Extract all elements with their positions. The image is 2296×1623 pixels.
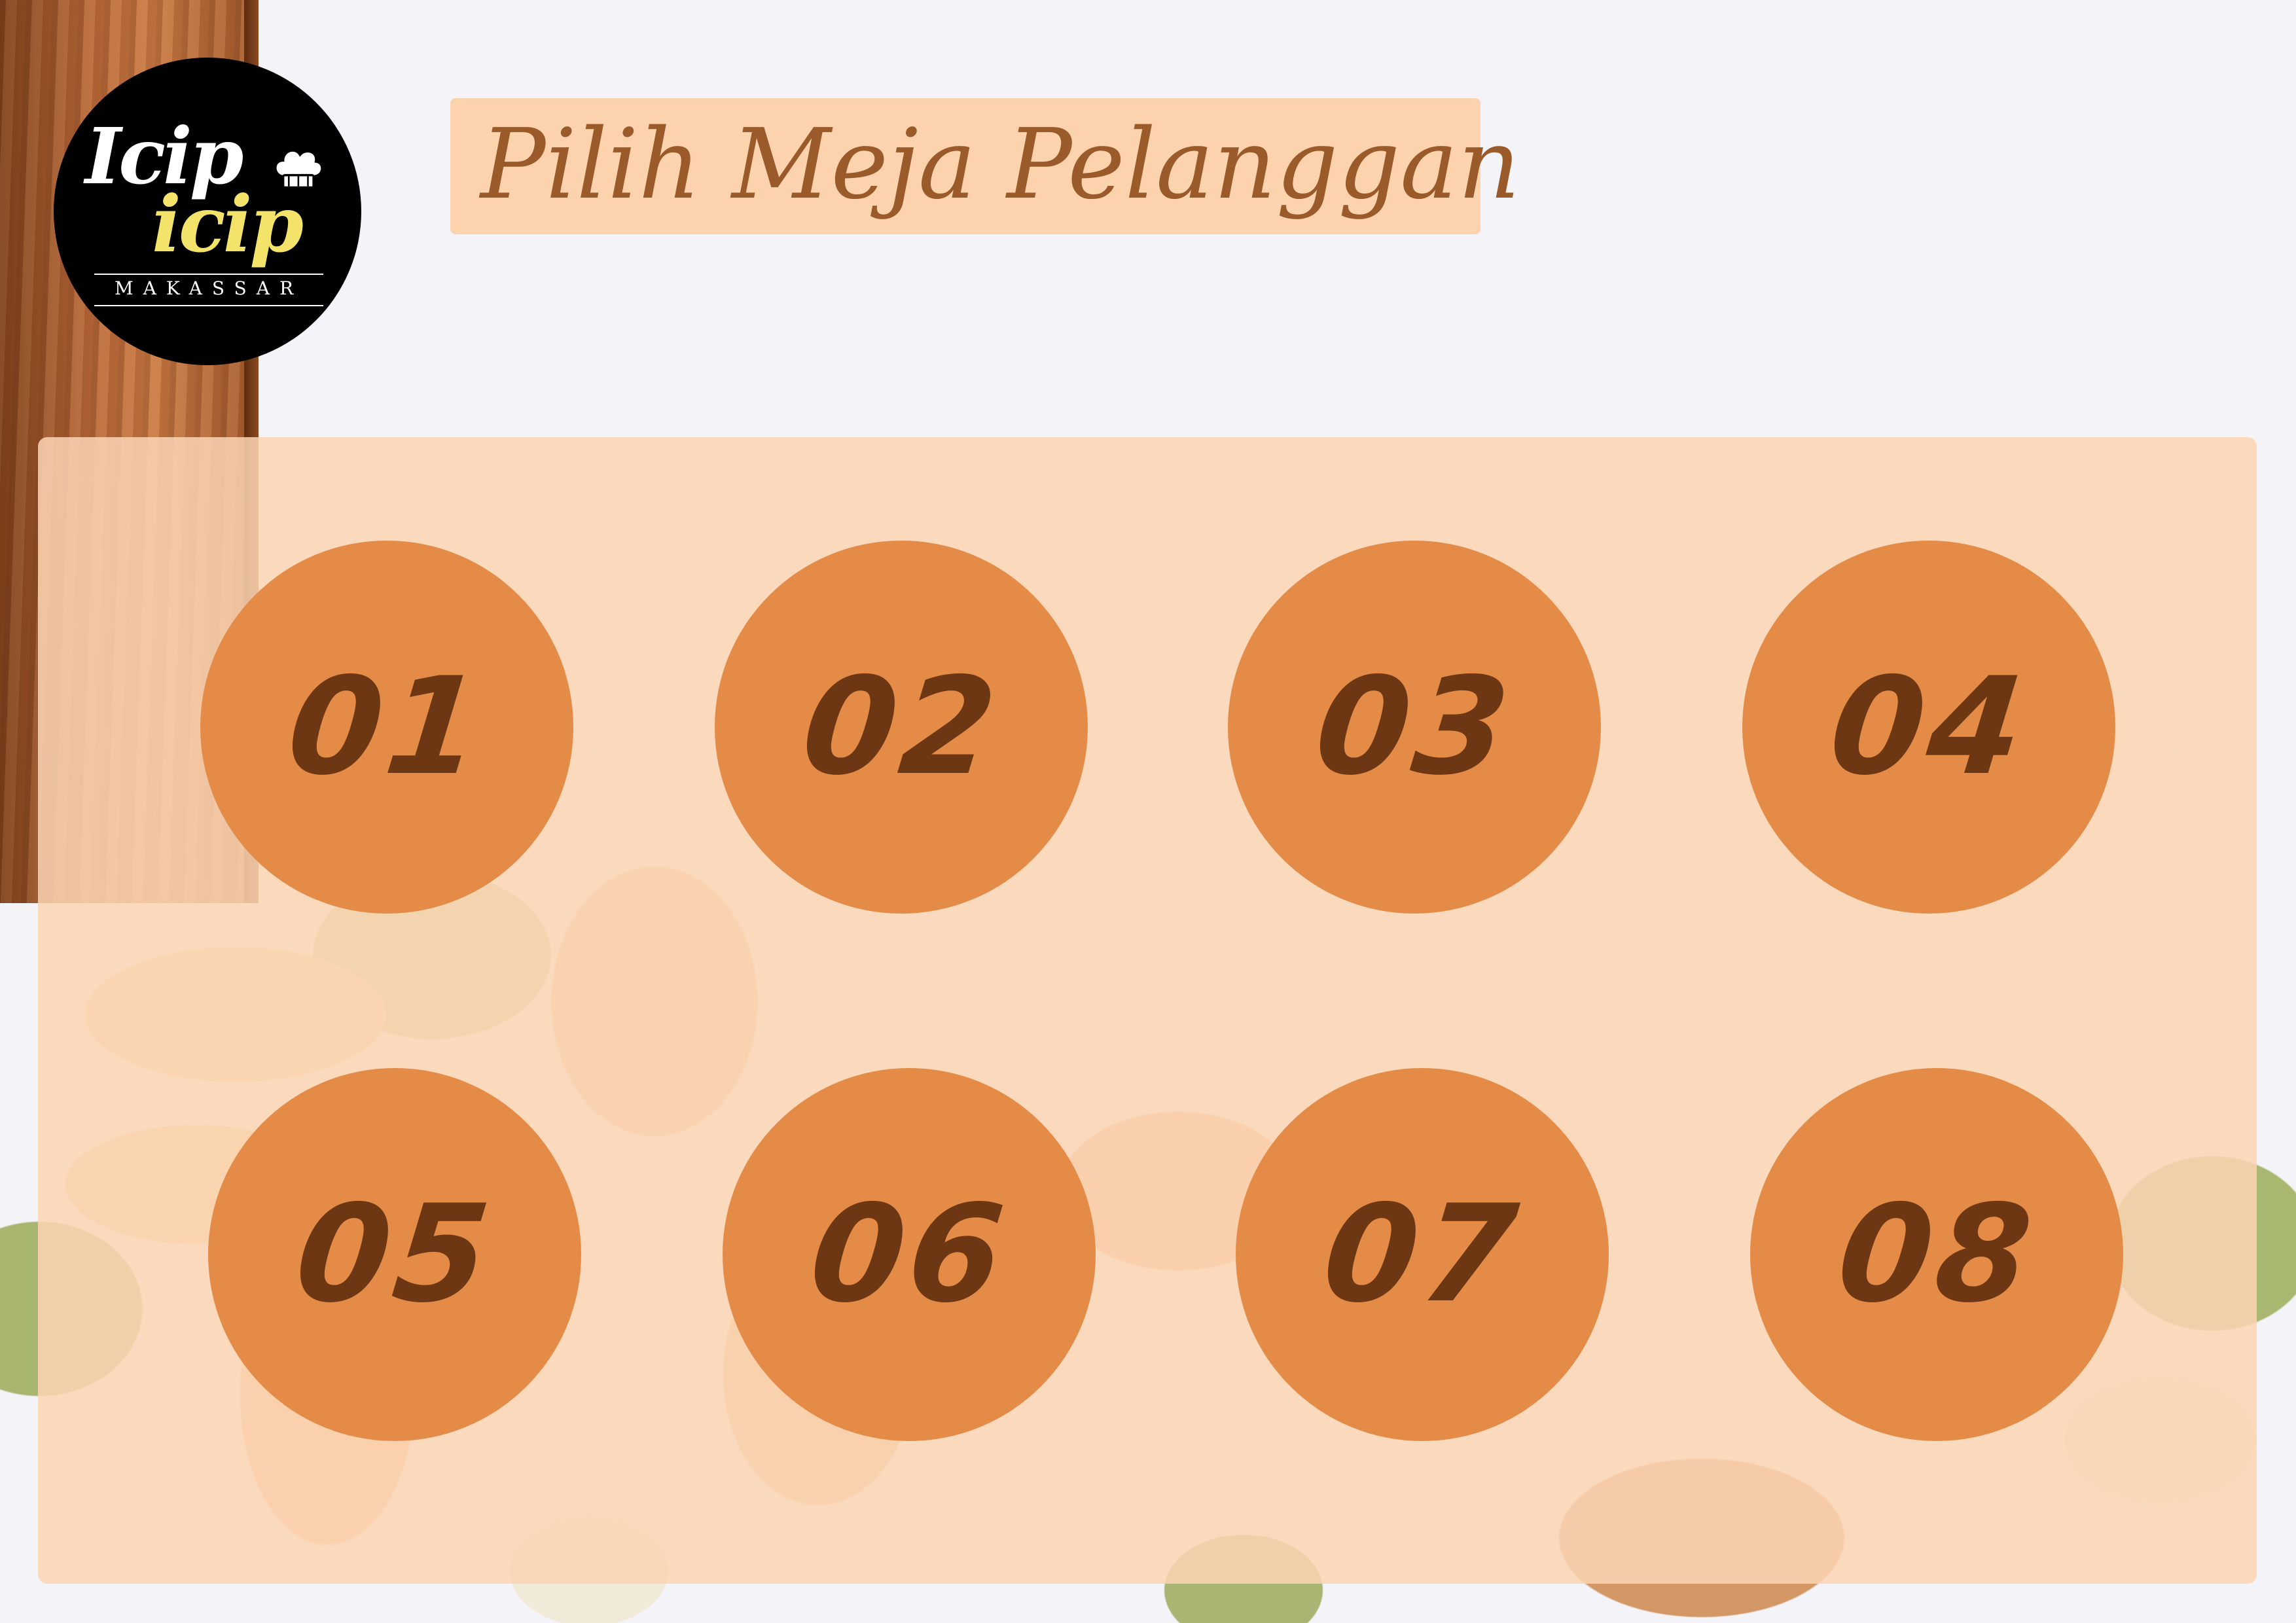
table-selection-panel: 01 02 03 04 05 06 07 08 (38, 437, 2257, 1584)
page-title-banner: Pilih Meja Pelanggan (450, 98, 1520, 234)
page-title: Pilih Meja Pelanggan (480, 108, 1520, 221)
table-button-06[interactable]: 06 (723, 1068, 1096, 1441)
logo-city: MAKASSAR (114, 277, 304, 299)
table-label: 06 (803, 1176, 1015, 1332)
table-label: 04 (1823, 649, 2035, 805)
brand-logo: Icip icip MAKASSAR (54, 58, 361, 365)
table-label: 03 (1308, 649, 1520, 805)
table-label: 01 (281, 649, 493, 805)
table-button-01[interactable]: 01 (200, 541, 573, 914)
logo-divider-bottom (94, 305, 323, 306)
table-button-02[interactable]: 02 (715, 541, 1088, 914)
table-label: 08 (1831, 1176, 2043, 1332)
logo-divider-top (94, 274, 323, 275)
table-button-05[interactable]: 05 (208, 1068, 581, 1441)
table-button-04[interactable]: 04 (1742, 541, 2115, 914)
table-label: 02 (795, 649, 1007, 805)
chef-hat-icon (274, 149, 323, 189)
table-label: 05 (289, 1176, 501, 1332)
table-button-03[interactable]: 03 (1228, 541, 1601, 914)
table-button-07[interactable]: 07 (1236, 1068, 1609, 1441)
table-button-08[interactable]: 08 (1750, 1068, 2123, 1441)
table-label: 07 (1316, 1176, 1528, 1332)
